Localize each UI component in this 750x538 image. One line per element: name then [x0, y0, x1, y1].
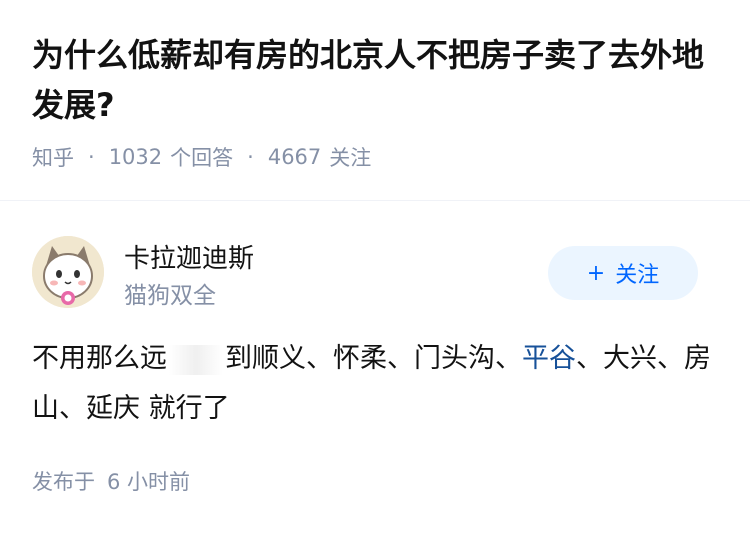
follower-count-unit: 关注 [329, 146, 372, 170]
section-divider [0, 200, 750, 201]
question-meta: 知乎 · 1032 个回答 · 4667 关注 [32, 142, 722, 172]
plus-icon: + [586, 260, 606, 286]
answer-count-unit: 个回答 [170, 146, 234, 170]
separator-dot: · [247, 145, 254, 169]
answer-text: 不用那么远 [32, 343, 167, 374]
separator-dot: · [88, 145, 95, 169]
author-name[interactable]: 卡拉迦迪斯 [124, 238, 254, 275]
source-label[interactable]: 知乎 [32, 142, 74, 172]
publish-label: 发布于 [32, 470, 95, 494]
publish-info: 发布于 6 小时前 [32, 466, 190, 496]
place-link[interactable]: 平谷 [522, 343, 576, 374]
answer-count: 1032 [108, 145, 163, 169]
publish-time: 6 小时前 [107, 470, 191, 494]
follower-count: 4667 [267, 145, 322, 169]
follow-button[interactable]: + 关注 [548, 246, 698, 300]
follow-label: 关注 [615, 263, 660, 288]
question-title[interactable]: 为什么低薪却有房的北京人不把房子卖了去外地发展? [32, 30, 722, 130]
cat-avatar-icon [32, 236, 104, 308]
blurred-region [169, 344, 223, 375]
answer-content: 不用那么远 到顺义、怀柔、门头沟、平谷、大兴、房山、延庆 就行了 [32, 334, 712, 434]
avatar[interactable] [32, 236, 104, 308]
question-header: 为什么低薪却有房的北京人不把房子卖了去外地发展? 知乎 · 1032 个回答 ·… [32, 30, 722, 172]
author-card: 卡拉迦迪斯 猫狗双全 + 关注 [32, 236, 718, 309]
answer-text: 到顺义、怀柔、门头沟、 [225, 343, 522, 374]
author-bio: 猫狗双全 [124, 283, 216, 309]
